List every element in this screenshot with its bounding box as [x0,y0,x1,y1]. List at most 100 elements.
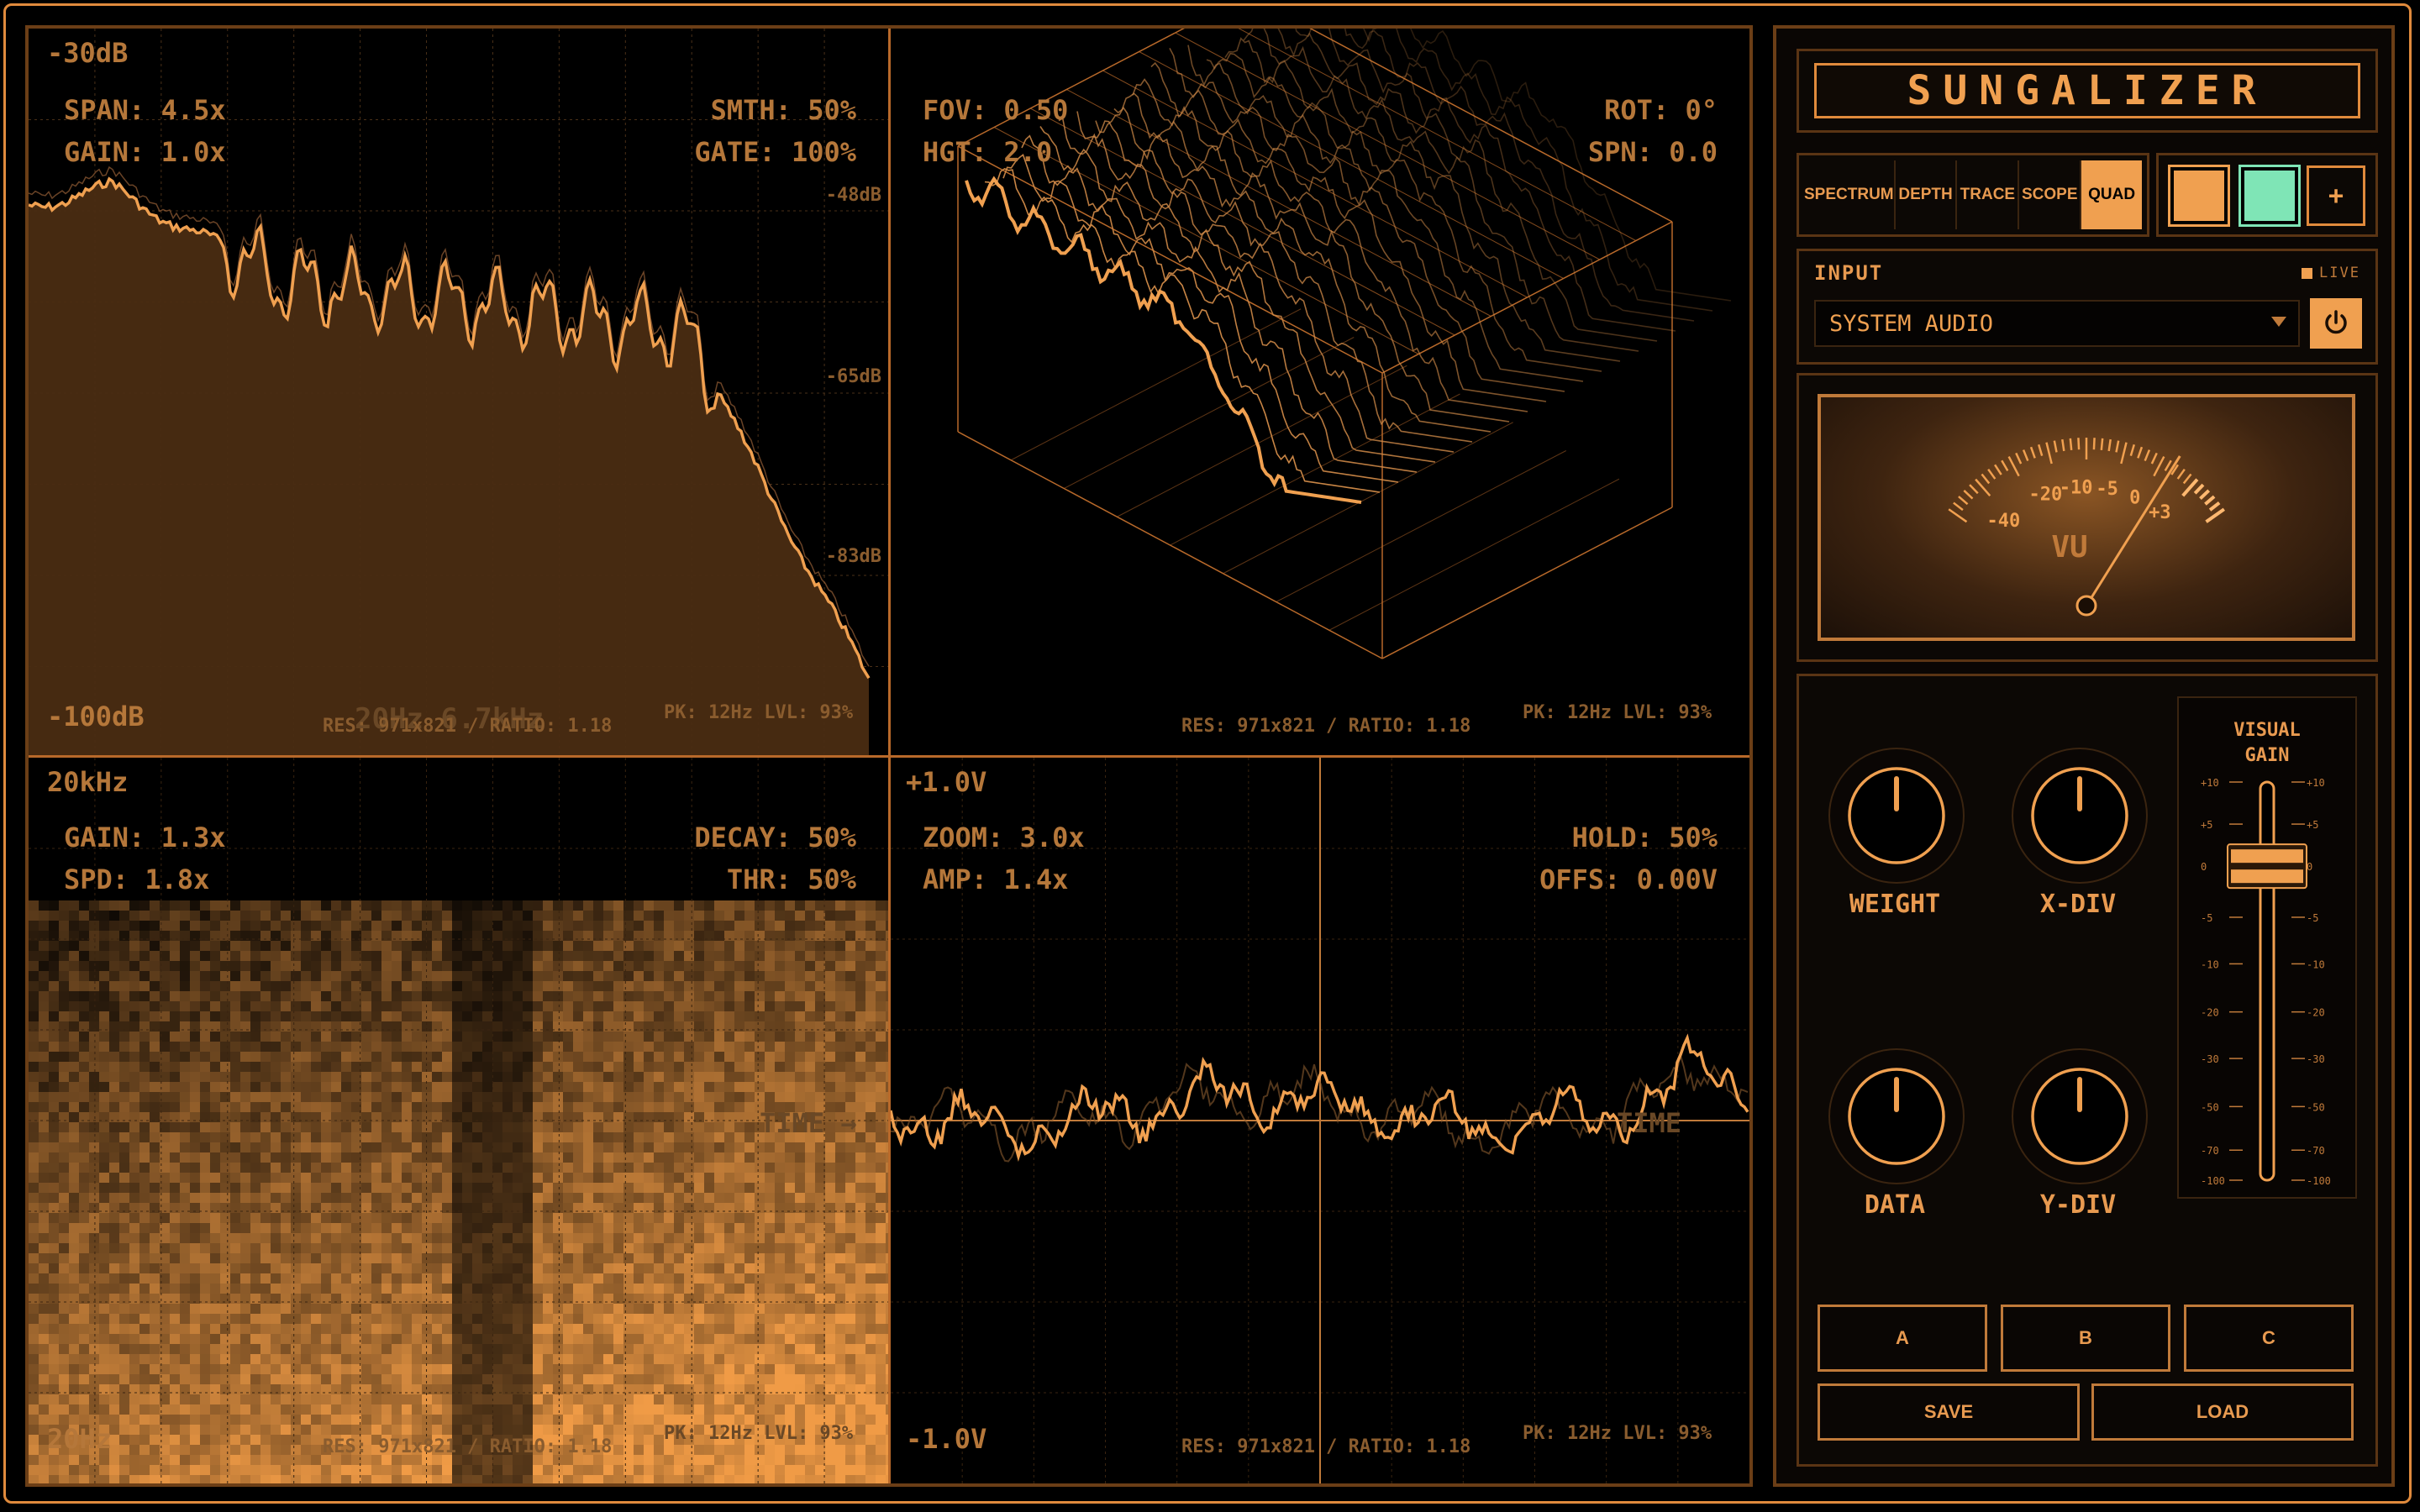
spectrogram-cell [89,900,99,911]
spectrogram-cell [714,961,724,971]
spectrogram-cell [573,1092,583,1102]
spectrogram-cell [674,1253,684,1263]
spectrogram-cell [482,911,492,921]
spectrogram-cell [170,1314,180,1324]
spectrogram-cell [250,1163,260,1173]
spectrogram-cell [513,1132,523,1142]
depth-grid [1175,32,1600,260]
spectrogram-cell [59,981,69,991]
spectrogram-cell [674,1394,684,1404]
spectrogram-cell [583,1364,593,1374]
spectrogram-cell [291,1072,301,1082]
spectrogram-cell [230,1364,240,1374]
spectrogram-cell [644,1092,654,1102]
spectrogram-cell [260,1253,271,1263]
spectrogram-cell [412,1233,422,1243]
spectrogram-cell [755,1364,765,1374]
spectrogram-cell [492,1152,502,1163]
spectrogram-cell [674,1374,684,1384]
spectrum-panel[interactable]: -30dB SPAN: 4.5x GAIN: 1.0x SMTH: 50% GA… [29,29,891,758]
spectrogram-cell [855,1435,865,1445]
spectrogram-cell [341,1163,351,1173]
spectrogram-cell [442,1193,452,1203]
spectrogram-cell [129,1152,139,1163]
spectrogram-cell [583,981,593,991]
spectrogram-cell [210,971,220,981]
spectrogram-cell [291,1284,301,1294]
spectrogram-cell [775,1344,785,1354]
spectrogram-cell [371,1062,381,1072]
spectrogram-cell [291,1334,301,1344]
spectrogram-cell [865,1072,876,1082]
spectrogram-cell [250,1122,260,1132]
spectrogram-cell [129,971,139,981]
spectrogram-cell [281,1314,291,1324]
spectrogram-cell [170,981,180,991]
depth-spn: SPN: 0.0 [1587,136,1718,168]
spectrogram-cell [412,1163,422,1173]
spectrogram-cell [613,1253,623,1263]
spectrogram-cell [271,1173,281,1183]
spectrogram-cell [583,1404,593,1415]
spectrogram-cell [825,1364,835,1374]
spectrogram-cell [664,961,674,971]
spectrogram-cell [402,1284,412,1294]
spectrogram-cell [321,1173,331,1183]
spectrogram-cell [684,1001,694,1011]
spectrogram-cell [573,1394,583,1404]
spectrogram-cell [744,1193,755,1203]
spectrogram-cell [210,1243,220,1253]
spectrogram-cell [795,1243,805,1253]
spectrogram-cell [271,1102,281,1112]
spectrogram-cell [573,1163,583,1173]
spectrogram-cell [845,1374,855,1384]
spectrogram-cell [79,1324,89,1334]
spectrogram-cell [502,1253,513,1263]
spectrogram-cell [281,941,291,951]
spectrogram-cell [795,1445,805,1455]
spectrogram-cell [876,1233,886,1243]
depth-panel[interactable]: FOV: 0.50 HGT: 2.0 ROT: 0° SPN: 0.0 RES:… [891,29,1749,758]
spectrogram-cell [613,971,623,981]
spectrogram-cell [724,1042,734,1052]
spectrogram-cell [472,1284,482,1294]
spectrogram-cell [402,1122,412,1132]
spectrogram-cell [200,1324,210,1334]
spectrogram-cell [462,1223,472,1233]
spectrogram-cell [654,1404,664,1415]
trace-panel[interactable]: 20kHz GAIN: 1.3x SPD: 1.8x DECAY: 50% TH… [29,758,891,1483]
spectrogram-cell [805,1465,815,1475]
spectrogram-cell [321,1042,331,1052]
spectrogram-cell [805,1082,815,1092]
spectrogram-cell [523,1042,533,1052]
spectrogram-cell [634,1213,644,1223]
spectrogram-cell [230,1233,240,1243]
spectrogram-cell [805,1344,815,1354]
spectrogram-cell [89,961,99,971]
spectrogram-cell [835,1163,845,1173]
spectrogram-cell [412,1415,422,1425]
spectrogram-cell [150,1314,160,1324]
spectrogram-cell [170,1394,180,1404]
spectrogram-cell [321,1001,331,1011]
spectrogram-cell [513,1213,523,1223]
spectrogram-cell [513,1465,523,1475]
spectrogram-cell [664,1445,674,1455]
spectrogram-cell [260,1132,271,1142]
spectrogram-cell [402,1152,412,1163]
spectrogram-cell [775,1183,785,1193]
spectrogram-cell [553,1132,563,1142]
spectrogram-cell [634,1233,644,1243]
spectrogram-cell [281,1354,291,1364]
spectrogram-cell [89,1042,99,1052]
spectrogram-cell [392,1223,402,1233]
spectrogram-cell [674,1092,684,1102]
spectrogram-cell [240,900,250,911]
spectrogram-cell [452,1233,462,1243]
spectrogram-cell [139,1062,150,1072]
spectrogram-cell [402,1102,412,1112]
spectrogram-cell [240,1445,250,1455]
spectrogram-cell [623,1122,634,1132]
spectrogram-cell [805,1273,815,1284]
spectrogram-cell [724,1404,734,1415]
